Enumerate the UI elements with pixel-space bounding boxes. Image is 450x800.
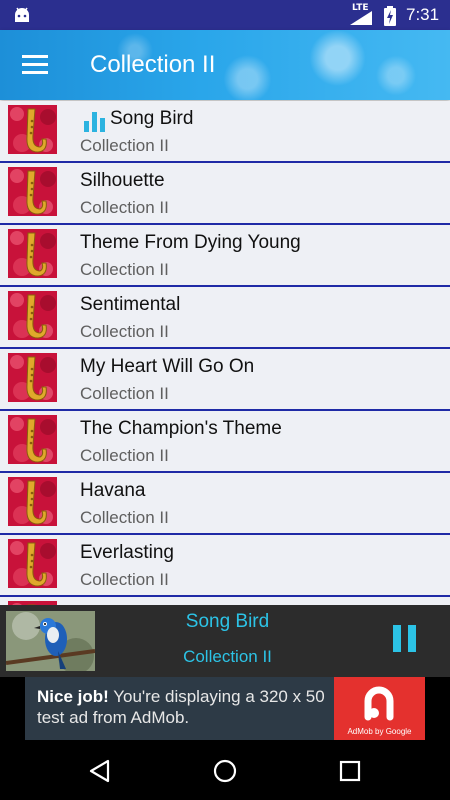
recents-icon[interactable]	[337, 758, 363, 784]
song-subtitle: Collection II	[80, 508, 169, 527]
song-title: Everlasting	[80, 542, 174, 563]
ad-banner[interactable]: Nice job! You're displaying a 320 x 50 t…	[25, 677, 425, 740]
song-artwork	[8, 477, 57, 526]
song-row[interactable]: The Champion's Theme Collection II	[0, 411, 450, 473]
status-time: 7:31	[406, 5, 440, 24]
song-row[interactable]: Sentimental Collection II	[0, 287, 450, 349]
equalizer-icon	[84, 112, 105, 132]
now-playing-title: Song Bird	[185, 611, 270, 632]
song-row[interactable]: Theme From Dying Young Collection II	[0, 225, 450, 287]
android-icon	[15, 7, 29, 22]
song-artwork	[8, 291, 57, 340]
song-row[interactable]: Everlasting Collection II	[0, 535, 450, 597]
hamburger-menu-icon[interactable]	[22, 55, 48, 75]
song-subtitle: Collection II	[80, 198, 169, 217]
song-title: Theme From Dying Young	[80, 232, 301, 253]
admob-logo: AdMob by Google	[334, 677, 425, 740]
now-playing-bar[interactable]: Song Bird Collection II	[0, 605, 450, 677]
ad-logo-text: AdMob by Google	[347, 727, 412, 736]
home-icon[interactable]	[212, 758, 238, 784]
ad-headline: Nice job!	[37, 687, 109, 706]
song-artwork	[8, 539, 57, 588]
song-subtitle: Collection II	[80, 446, 169, 465]
song-row[interactable]: Havana Collection II	[0, 473, 450, 535]
song-artwork	[8, 105, 57, 154]
song-subtitle: Collection II	[80, 322, 169, 341]
page-title: Collection II	[90, 51, 216, 78]
song-row[interactable]: Silhouette Collection II	[0, 163, 450, 225]
now-playing-subtitle: Collection II	[183, 647, 272, 666]
song-subtitle: Collection II	[80, 384, 169, 403]
song-subtitle: Collection II	[80, 570, 169, 589]
song-row-partial[interactable]	[0, 597, 450, 605]
song-list[interactable]: Song Bird Collection II Silhouette Collecti…	[0, 101, 450, 605]
song-title: Havana	[80, 480, 146, 501]
song-title: Sentimental	[80, 294, 181, 315]
toolbar: Collection II	[0, 30, 450, 100]
status-bar: LTE 7:31	[0, 0, 450, 30]
song-title: The Champion's Theme	[80, 418, 282, 439]
song-subtitle: Collection II	[80, 136, 169, 155]
song-row[interactable]: My Heart Will Go On Collection II	[0, 349, 450, 411]
navigation-bar	[0, 740, 450, 800]
song-artwork	[8, 353, 57, 402]
song-artwork	[8, 167, 57, 216]
song-artwork	[8, 229, 57, 278]
song-artwork	[8, 415, 57, 464]
song-title: Silhouette	[80, 170, 165, 191]
song-row[interactable]: Song Bird Collection II	[0, 101, 450, 163]
back-icon[interactable]	[87, 758, 113, 784]
song-title: My Heart Will Go On	[80, 356, 255, 377]
now-playing-artwork	[6, 611, 95, 671]
signal-icon	[350, 11, 372, 25]
song-title: Song Bird	[110, 108, 194, 129]
ad-text: Nice job! You're displaying a 320 x 50 t…	[37, 686, 337, 728]
pause-icon[interactable]	[391, 625, 421, 655]
ad-area: Nice job! You're displaying a 320 x 50 t…	[0, 677, 450, 740]
battery-charging-icon	[384, 6, 396, 26]
song-subtitle: Collection II	[80, 260, 169, 279]
